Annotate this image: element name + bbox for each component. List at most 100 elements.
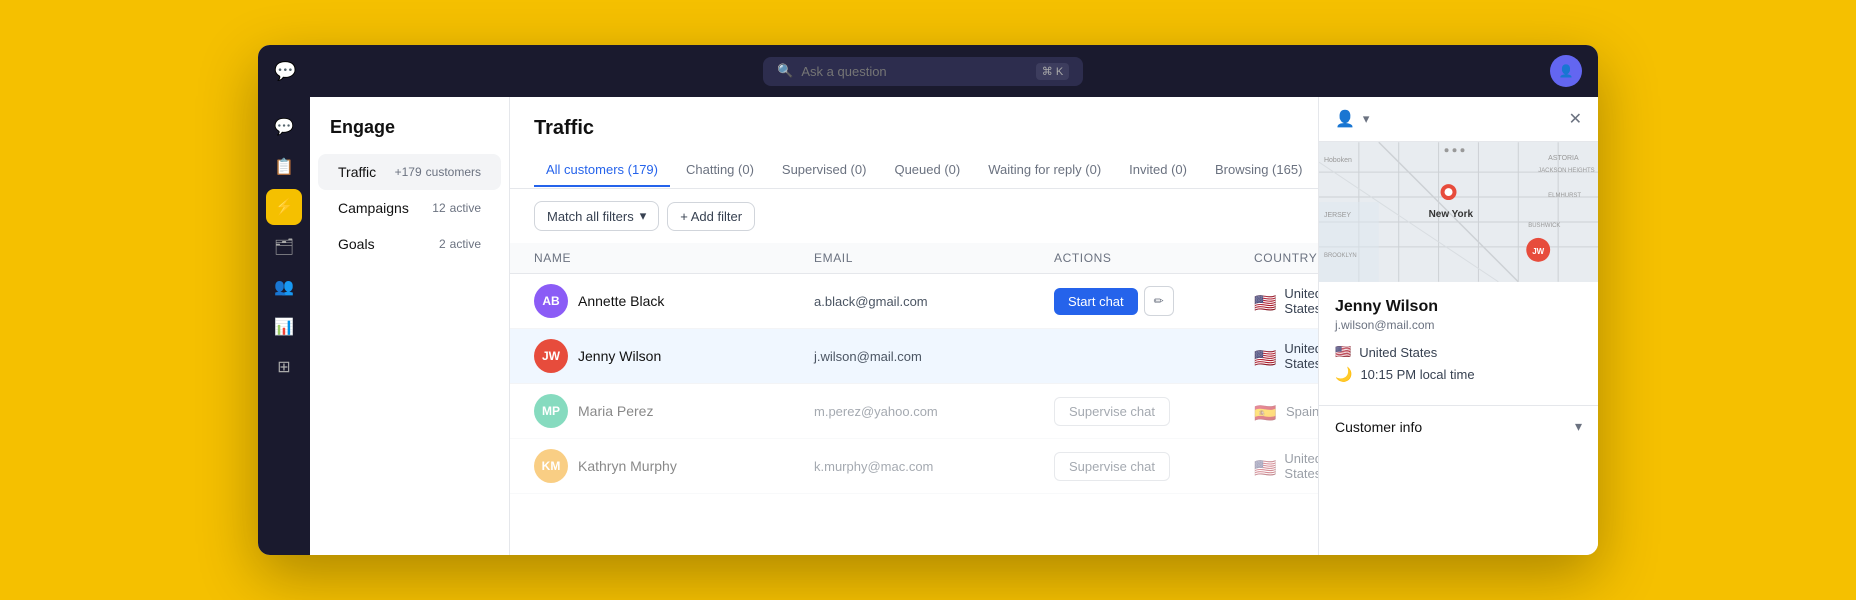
add-filter-button[interactable]: + Add filter — [667, 202, 755, 231]
sidebar-icon-engage[interactable]: ⚡ — [266, 189, 302, 225]
profile-country: 🇺🇸 United States — [1335, 344, 1582, 360]
person-icon: 👤 — [1335, 109, 1355, 129]
supervise-chat-button[interactable]: Supervise chat — [1054, 452, 1170, 481]
svg-text:JW: JW — [1532, 247, 1544, 256]
engage-title: Engage — [310, 117, 509, 154]
app-window: 💬 🔍 ⌘ K 👤 💬 📋 ⚡ 🗂 👥 📊 ⊞ Engage Traffic — [258, 45, 1598, 555]
flag-icon: 🇺🇸 — [1254, 348, 1276, 364]
goals-label: Goals — [338, 236, 375, 252]
header-country: Country — [1254, 251, 1317, 265]
engage-sidebar: Engage Traffic +179 customers Campaigns … — [310, 97, 510, 555]
avatar: AB — [534, 284, 568, 318]
start-chat-button[interactable]: Start chat — [1054, 288, 1138, 315]
traffic-label: Traffic — [338, 164, 376, 180]
map-svg: ASTORIA JACKSON HEIGHTS Hoboken ELMHURST… — [1319, 142, 1598, 282]
svg-text:ASTORIA: ASTORIA — [1548, 155, 1579, 162]
user-avatar-topbar[interactable]: 👤 — [1550, 55, 1582, 87]
customer-info-label: Customer info — [1335, 419, 1422, 435]
country-cell: 🇪🇸 Spain — [1254, 403, 1318, 419]
tab-all-customers[interactable]: All customers (179) — [534, 154, 670, 187]
topbar: 💬 🔍 ⌘ K 👤 — [258, 45, 1598, 97]
country-flag-icon: 🇺🇸 — [1335, 344, 1351, 360]
svg-text:JERSEY: JERSEY — [1324, 212, 1351, 219]
profile-email: j.wilson@mail.com — [1335, 318, 1582, 332]
supervise-chat-button[interactable]: Supervise chat — [1054, 397, 1170, 426]
header-name: Name — [534, 251, 814, 265]
svg-text:ELMHURST: ELMHURST — [1548, 193, 1581, 199]
traffic-panel: Traffic All customers (179) Chatting (0)… — [510, 97, 1318, 555]
search-icon: 🔍 — [777, 63, 793, 79]
user-icon: 👤 — [1559, 64, 1574, 78]
filter-row: Match all filters ▾ + Add filter — [510, 189, 1318, 243]
close-icon[interactable]: ✕ — [1569, 109, 1582, 129]
expand-icon[interactable]: ▾ — [1363, 111, 1370, 127]
add-filter-label: + Add filter — [680, 209, 742, 224]
sidebar-icon-inbox[interactable]: 📋 — [266, 149, 302, 185]
customer-name: Jenny Wilson — [578, 348, 661, 364]
search-input[interactable] — [801, 64, 1027, 79]
sidebar-item-goals[interactable]: Goals 2 active — [318, 226, 501, 262]
goals-badge: 2 active — [439, 237, 481, 251]
svg-text:JACKSON HEIGHTS: JACKSON HEIGHTS — [1538, 168, 1594, 174]
chevron-down-icon: ▾ — [640, 208, 647, 224]
country-name: United States — [1284, 286, 1318, 316]
tab-supervised[interactable]: Supervised (0) — [770, 154, 879, 187]
sidebar-icon-contacts[interactable]: 👥 — [266, 269, 302, 305]
country-cell: 🇺🇸 United States — [1254, 451, 1318, 481]
avatar: JW — [534, 339, 568, 373]
customer-cell: AB Annette Black — [534, 284, 814, 318]
tab-waiting[interactable]: Waiting for reply (0) — [976, 154, 1113, 187]
tab-chatting[interactable]: Chatting (0) — [674, 154, 766, 187]
table-row: JW Jenny Wilson j.wilson@mail.com Pick f… — [510, 329, 1318, 384]
tabs-row: All customers (179) Chatting (0) Supervi… — [510, 140, 1318, 189]
traffic-title: Traffic — [510, 97, 1318, 140]
country-name: Spain — [1286, 404, 1318, 419]
tab-browsing[interactable]: Browsing (165) — [1203, 154, 1314, 187]
tab-invited[interactable]: Invited (0) — [1117, 154, 1199, 187]
profile-time: 🌙 10:15 PM local time — [1335, 366, 1582, 383]
match-filter-dropdown[interactable]: Match all filters ▾ — [534, 201, 659, 231]
traffic-count-label: customers — [426, 165, 481, 179]
topbar-left: 💬 — [274, 61, 296, 82]
header-actions: Actions — [1054, 251, 1254, 265]
chevron-down-icon: ▾ — [1575, 418, 1582, 435]
customer-name: Kathryn Murphy — [578, 458, 677, 474]
map-area: ASTORIA JACKSON HEIGHTS Hoboken ELMHURST… — [1319, 142, 1598, 282]
goals-count-label: active — [450, 237, 481, 251]
traffic-badge: +179 customers — [395, 165, 481, 179]
country-cell: 🇺🇸 United States — [1254, 286, 1318, 316]
country-label: United States — [1359, 345, 1437, 360]
svg-text:Hoboken: Hoboken — [1324, 157, 1352, 164]
search-shortcut: ⌘ K — [1036, 63, 1069, 80]
tab-queued[interactable]: Queued (0) — [882, 154, 972, 187]
sidebar-icon-chat[interactable]: 💬 — [266, 109, 302, 145]
customer-cell: KM Kathryn Murphy — [534, 449, 814, 483]
svg-text:BROOKLYN: BROOKLYN — [1324, 253, 1357, 259]
campaigns-label: Campaigns — [338, 200, 409, 216]
customer-name: Maria Perez — [578, 403, 653, 419]
icon-sidebar: 💬 📋 ⚡ 🗂 👥 📊 ⊞ — [258, 97, 310, 555]
email-cell: k.murphy@mac.com — [814, 459, 1054, 474]
sidebar-icon-archive[interactable]: 🗂 — [266, 229, 302, 265]
customer-name: Annette Black — [578, 293, 664, 309]
right-panel: 👤 ▾ ✕ — [1318, 97, 1598, 555]
right-panel-header: 👤 ▾ ✕ — [1319, 97, 1598, 142]
email-cell: j.wilson@mail.com — [814, 349, 1054, 364]
match-filter-label: Match all filters — [547, 209, 634, 224]
svg-text:New York: New York — [1429, 209, 1474, 220]
customer-table: Name Email Actions Country AB Annette Bl… — [510, 243, 1318, 555]
table-header: Name Email Actions Country — [510, 243, 1318, 274]
sidebar-item-campaigns[interactable]: Campaigns 12 active — [318, 190, 501, 226]
table-row: AB Annette Black a.black@gmail.com Start… — [510, 274, 1318, 329]
header-left: 👤 ▾ — [1335, 109, 1369, 129]
edit-button[interactable]: ✏ — [1144, 286, 1174, 316]
campaigns-count: 12 — [432, 201, 445, 215]
customer-info-row[interactable]: Customer info ▾ — [1319, 405, 1598, 447]
sidebar-icon-apps[interactable]: ⊞ — [266, 349, 302, 385]
table-row: KM Kathryn Murphy k.murphy@mac.com Super… — [510, 439, 1318, 494]
country-name: United States — [1284, 451, 1318, 481]
customer-cell: JW Jenny Wilson — [534, 339, 814, 373]
sidebar-icon-reports[interactable]: 📊 — [266, 309, 302, 345]
search-bar[interactable]: 🔍 ⌘ K — [763, 57, 1083, 86]
sidebar-item-traffic[interactable]: Traffic +179 customers — [318, 154, 501, 190]
